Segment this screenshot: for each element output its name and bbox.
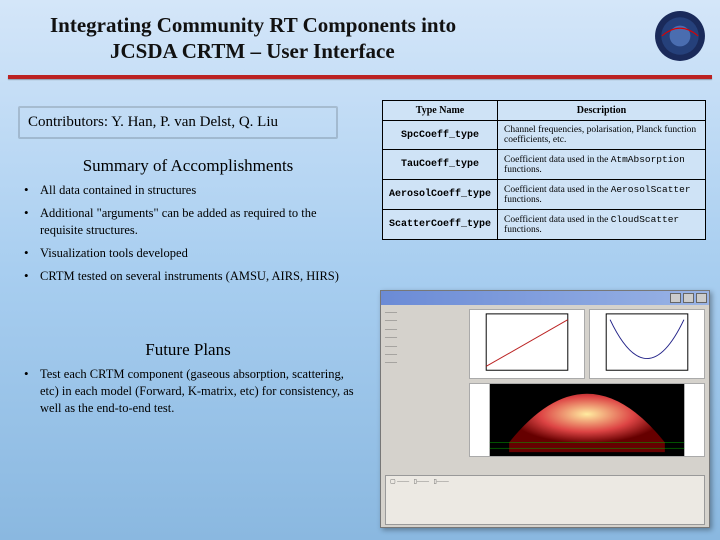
- col-description: Description: [498, 101, 706, 121]
- list-item-text: Test each CRTM component (gaseous absorp…: [40, 367, 354, 415]
- cell-desc: Coefficient data used in the AtmAbsorpti…: [498, 150, 706, 180]
- list-item-text: All data contained in structures: [40, 183, 196, 197]
- window-titlebar: [381, 291, 709, 305]
- list-item-text: CRTM tested on several instruments (AMSU…: [40, 269, 339, 283]
- cell-type: ScatterCoeff_type: [383, 210, 498, 240]
- summary-block: Summary of Accomplishments All data cont…: [18, 156, 358, 290]
- title-block: Integrating Community RT Components into…: [0, 0, 720, 73]
- cell-type: TauCoeff_type: [383, 150, 498, 180]
- future-block: Future Plans Test each CRTM component (g…: [18, 340, 358, 423]
- future-heading: Future Plans: [18, 340, 358, 360]
- contributors-text: Contributors: Y. Han, P. van Delst, Q. L…: [28, 114, 278, 130]
- type-table: Type Name Description SpcCoeff_type Chan…: [382, 100, 706, 240]
- table-header-row: Type Name Description: [383, 101, 706, 121]
- horizontal-rule: [8, 75, 712, 79]
- plot-grid: [469, 309, 705, 457]
- maximize-icon[interactable]: [683, 293, 694, 303]
- list-item-text: Additional "arguments" can be added as r…: [40, 206, 317, 237]
- window-sidebar: ——————————————: [385, 309, 465, 368]
- col-type-name: Type Name: [383, 101, 498, 121]
- contributors-box: Contributors: Y. Han, P. van Delst, Q. L…: [18, 106, 338, 139]
- window-bottom-panel: ▢ —— ▯—— ▯——: [385, 475, 705, 525]
- summary-list: All data contained in structures Additio…: [18, 182, 358, 284]
- minimize-icon[interactable]: [670, 293, 681, 303]
- future-list: Test each CRTM component (gaseous absorp…: [18, 366, 358, 417]
- cell-type: AerosolCoeff_type: [383, 180, 498, 210]
- cell-desc: Coefficient data used in the AerosolScat…: [498, 180, 706, 210]
- title-line-1: Integrating Community RT Components into: [50, 13, 456, 37]
- plot-panel: [589, 309, 705, 379]
- title-line-2: JCSDA CRTM – User Interface: [50, 39, 395, 63]
- table-row: ScatterCoeff_type Coefficient data used …: [383, 210, 706, 240]
- cell-desc: Coefficient data used in the CloudScatte…: [498, 210, 706, 240]
- list-item: All data contained in structures: [22, 182, 358, 199]
- close-icon[interactable]: [696, 293, 707, 303]
- jcsda-seal-logo: [654, 10, 706, 62]
- table-row: AerosolCoeff_type Coefficient data used …: [383, 180, 706, 210]
- list-item-text: Visualization tools developed: [40, 246, 188, 260]
- plot-panel: [469, 309, 585, 379]
- page-title: Integrating Community RT Components into…: [50, 12, 680, 65]
- list-item: Test each CRTM component (gaseous absorp…: [22, 366, 358, 417]
- cell-desc: Channel frequencies, polarisation, Planc…: [498, 121, 706, 150]
- list-item: Visualization tools developed: [22, 245, 358, 262]
- plot-panel: [469, 383, 705, 457]
- cell-type: SpcCoeff_type: [383, 121, 498, 150]
- summary-heading: Summary of Accomplishments: [18, 156, 358, 176]
- table-row: SpcCoeff_type Channel frequencies, polar…: [383, 121, 706, 150]
- list-item: Additional "arguments" can be added as r…: [22, 205, 358, 239]
- table-row: TauCoeff_type Coefficient data used in t…: [383, 150, 706, 180]
- list-item: CRTM tested on several instruments (AMSU…: [22, 268, 358, 285]
- visualization-window: —————————————— ▢ —— ▯—— ▯——: [380, 290, 710, 528]
